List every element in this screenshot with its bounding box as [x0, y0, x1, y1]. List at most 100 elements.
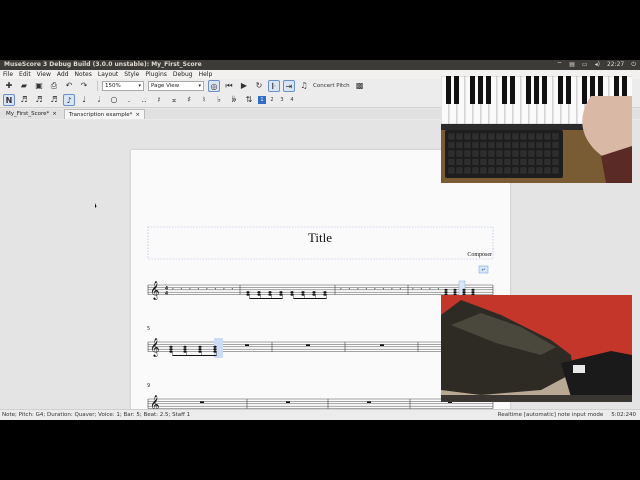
whole-rest[interactable]	[200, 401, 204, 403]
note-head[interactable]	[213, 350, 217, 353]
eighth-rest[interactable]: 𝄾	[206, 286, 208, 293]
tab-transcription-example[interactable]: Transcription example* ×	[63, 109, 145, 119]
eighth-rest[interactable]: 𝄾	[172, 286, 174, 293]
repeat-icon[interactable]: 𝄆	[268, 80, 280, 92]
eighth-rest[interactable]: 𝄾	[232, 286, 234, 293]
note-head[interactable]	[444, 288, 448, 291]
dot-icon[interactable]: .	[123, 94, 135, 106]
eighth-rest[interactable]: 𝄾	[429, 286, 431, 293]
print-icon[interactable]: ⎙	[48, 80, 60, 92]
loop-icon[interactable]: ↻	[253, 80, 265, 92]
note-head[interactable]	[312, 291, 316, 294]
duration-32nd-icon[interactable]: ♬	[33, 94, 45, 106]
note-head[interactable]	[213, 348, 217, 351]
tab-my-first-score[interactable]: My_First_Score* ×	[2, 109, 61, 119]
note-head[interactable]	[290, 293, 294, 296]
menu-style[interactable]: Style	[124, 70, 139, 79]
note-head[interactable]	[268, 293, 272, 296]
playback-settings-icon[interactable]: ◎	[208, 80, 220, 92]
whole-rest[interactable]	[306, 344, 310, 346]
duration-half-icon[interactable]: 𝅗𝅥	[93, 94, 105, 106]
note-head[interactable]	[471, 288, 475, 291]
flat-icon[interactable]: ♭	[213, 94, 225, 106]
double-flat-icon[interactable]: 𝄫	[228, 94, 240, 106]
note-input-icon[interactable]: N	[3, 94, 15, 106]
eighth-rest[interactable]: 𝄾	[421, 286, 423, 293]
note-head[interactable]	[169, 345, 173, 348]
view-mode-select[interactable]: Page View ▾	[148, 81, 204, 91]
note-head[interactable]	[169, 348, 173, 351]
close-icon[interactable]: ×	[135, 110, 140, 119]
clock[interactable]: 22:27	[607, 60, 624, 70]
menu-layout[interactable]: Layout	[98, 70, 118, 79]
note-head[interactable]	[453, 288, 457, 291]
menu-edit[interactable]: Edit	[19, 70, 31, 79]
volume-icon[interactable]: ◂)	[595, 60, 600, 70]
note-head[interactable]	[279, 293, 283, 296]
pan-icon[interactable]: ⇥	[283, 80, 295, 92]
menu-add[interactable]: Add	[57, 70, 69, 79]
note-head[interactable]	[213, 345, 217, 348]
eighth-rest[interactable]: 𝄾	[215, 286, 217, 293]
menu-file[interactable]: File	[3, 70, 13, 79]
zoom-select[interactable]: 150% ▾	[102, 81, 144, 91]
eighth-rest[interactable]: 𝄾	[349, 286, 351, 293]
note-head[interactable]	[323, 293, 327, 296]
menu-notes[interactable]: Notes	[75, 70, 92, 79]
eighth-rest[interactable]: 𝄾	[438, 286, 440, 293]
note-head[interactable]	[462, 288, 466, 291]
note-head[interactable]	[169, 350, 173, 353]
image-capture-icon[interactable]: ▩	[354, 80, 366, 92]
note-head[interactable]	[453, 291, 457, 294]
power-icon[interactable]: ⏻	[631, 60, 636, 70]
score-composer[interactable]: Composer	[467, 252, 492, 258]
new-score-icon[interactable]: ✚	[3, 80, 15, 92]
battery-icon[interactable]: ▭	[582, 60, 588, 70]
note-head[interactable]	[301, 291, 305, 294]
note-head[interactable]	[301, 293, 305, 296]
eighth-rest[interactable]: 𝄾	[374, 286, 376, 293]
treble-clef[interactable]: 𝄞	[150, 395, 159, 410]
note-head[interactable]	[198, 345, 202, 348]
open-icon[interactable]: ▰	[18, 80, 30, 92]
double-sharp-icon[interactable]: 𝄪	[168, 94, 180, 106]
note-head[interactable]	[462, 291, 466, 294]
eighth-rest[interactable]: 𝄾	[400, 286, 402, 293]
whole-rest[interactable]	[367, 401, 371, 403]
eighth-rest[interactable]: 𝄾	[340, 286, 342, 293]
eighth-rest[interactable]: 𝄾	[391, 286, 393, 293]
eighth-rest[interactable]: 𝄾	[223, 286, 225, 293]
eighth-rest[interactable]: 𝄾	[357, 286, 359, 293]
redo-icon[interactable]: ↷	[78, 80, 90, 92]
note-head[interactable]	[257, 291, 261, 294]
treble-clef[interactable]: 𝄞	[150, 338, 159, 358]
duration-quarter-icon[interactable]: ♩	[78, 94, 90, 106]
note-head[interactable]	[183, 345, 187, 348]
undo-icon[interactable]: ↶	[63, 80, 75, 92]
whole-rest[interactable]	[245, 344, 249, 346]
network-icon[interactable]: ⌔	[557, 60, 563, 70]
duration-8th-icon[interactable]: ♪	[63, 94, 75, 106]
note-head[interactable]	[323, 291, 327, 294]
whole-rest[interactable]	[286, 401, 290, 403]
note-head[interactable]	[444, 291, 448, 294]
play-icon[interactable]: ▶	[238, 80, 250, 92]
note-head[interactable]	[279, 291, 283, 294]
note-head[interactable]	[246, 293, 250, 296]
note-head[interactable]	[312, 293, 316, 296]
menu-help[interactable]: Help	[199, 70, 213, 79]
menu-view[interactable]: View	[37, 70, 51, 79]
treble-clef[interactable]: 𝄞	[150, 281, 159, 301]
note-head[interactable]	[268, 291, 272, 294]
rewind-icon[interactable]: ⏮	[223, 80, 235, 92]
note-head[interactable]	[198, 348, 202, 351]
whole-rest[interactable]	[380, 344, 384, 346]
note-head[interactable]	[198, 350, 202, 353]
voice-3-button[interactable]: 3	[278, 96, 286, 104]
keyboard-icon[interactable]: ▤	[569, 60, 575, 70]
eighth-rest[interactable]: 𝄾	[383, 286, 385, 293]
eighth-rest[interactable]: 𝄾	[412, 286, 414, 293]
eighth-rest[interactable]: 𝄾	[198, 286, 200, 293]
menu-debug[interactable]: Debug	[173, 70, 193, 79]
note-head[interactable]	[290, 291, 294, 294]
